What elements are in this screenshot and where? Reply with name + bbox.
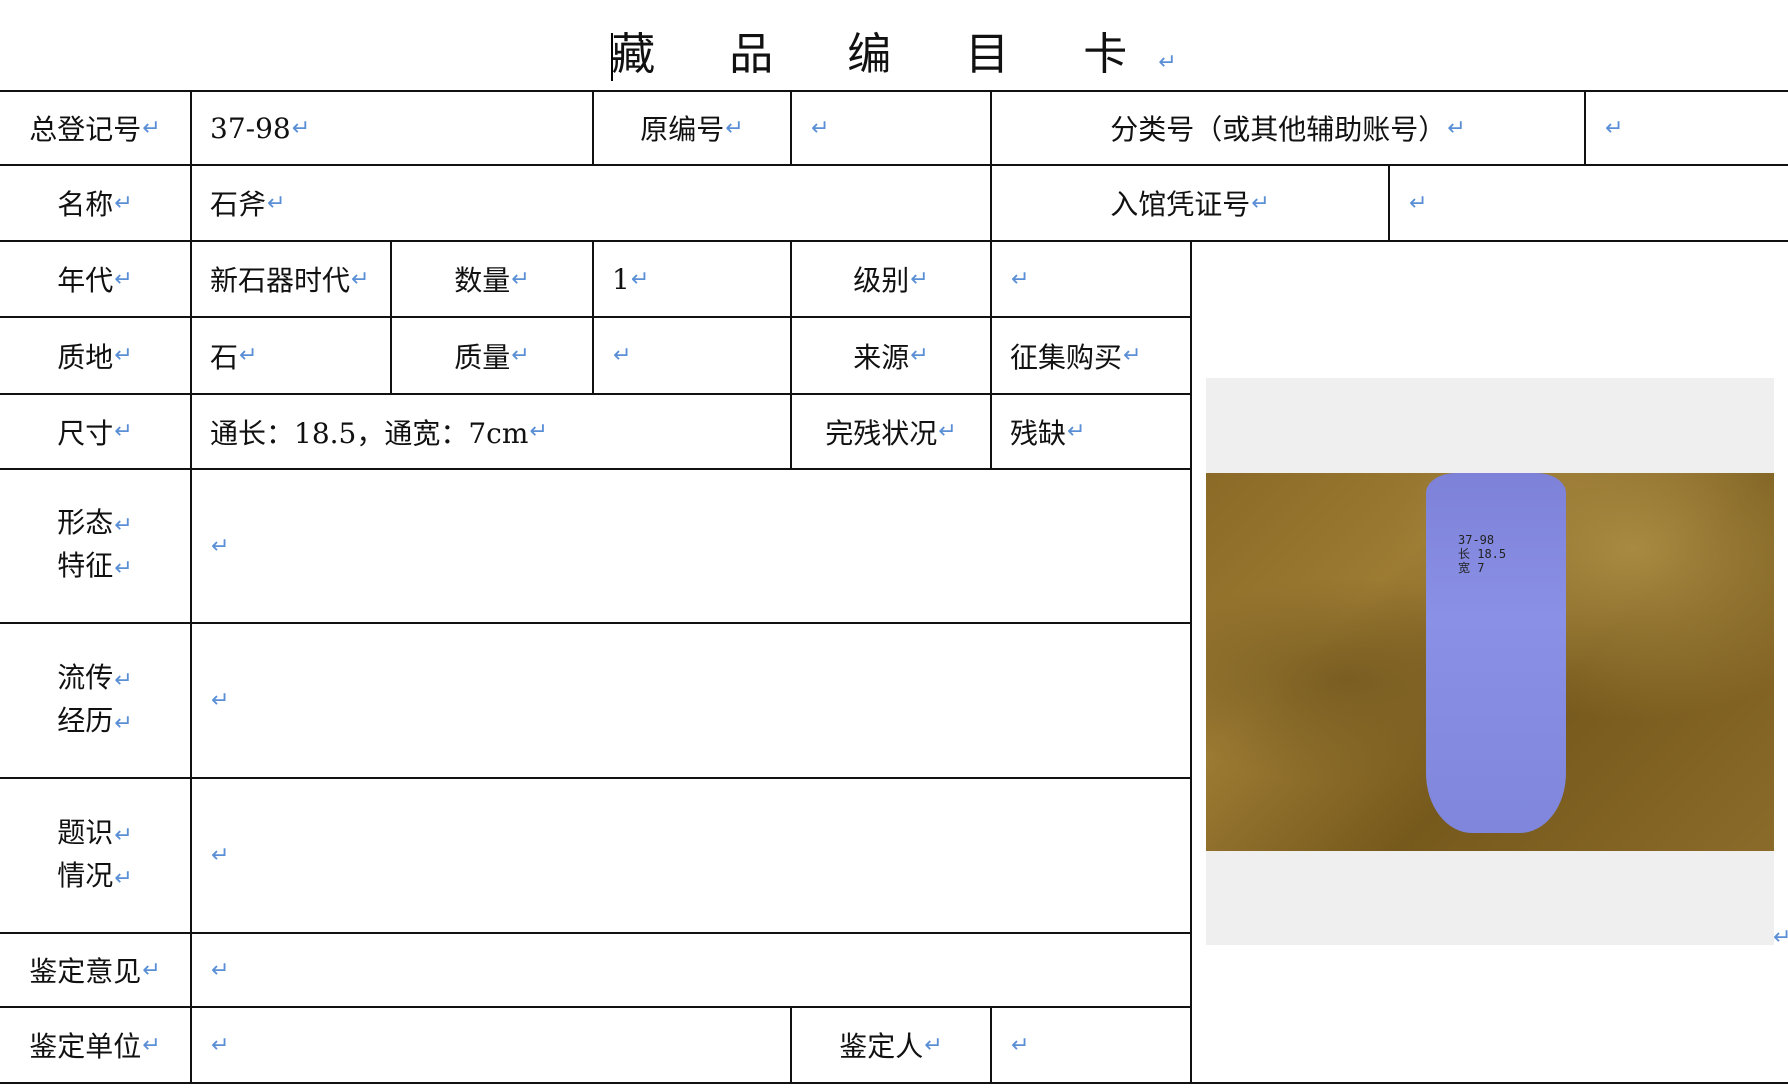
label-appraisal-opinion: 鉴定意见 ↵ bbox=[29, 955, 161, 988]
artifact-photo[interactable]: 37-98 长 18.5 宽 7 bbox=[1206, 473, 1774, 851]
field-original-no[interactable]: ↵ bbox=[792, 92, 990, 164]
label-era: 年代 ↵ bbox=[57, 264, 133, 297]
field-source[interactable]: 征集购买 ↵ bbox=[992, 318, 1190, 393]
field-weight[interactable]: ↵ bbox=[594, 318, 790, 393]
field-quantity[interactable]: 1 ↵ bbox=[594, 242, 790, 316]
artifact-label-note: 37-98 长 18.5 宽 7 bbox=[1458, 533, 1507, 575]
label-material: 质地 ↵ bbox=[57, 340, 133, 374]
label-form-features: 形态↵ 特征↵ bbox=[57, 506, 133, 582]
label-appraiser: 鉴定人 ↵ bbox=[839, 1030, 943, 1063]
table-line bbox=[0, 1082, 1788, 1084]
label-transmission-history: 流传↵ 经历↵ bbox=[57, 660, 133, 737]
field-total-reg-no[interactable]: 37-98 ↵ bbox=[192, 92, 592, 164]
table-line bbox=[1190, 240, 1192, 1082]
field-category-no[interactable]: ↵ bbox=[1586, 92, 1786, 164]
field-material[interactable]: 石 ↵ bbox=[192, 318, 390, 393]
field-appraisal-opinion[interactable]: ↵ bbox=[192, 934, 1190, 1006]
label-entry-voucher-no: 入馆凭证号 ↵ bbox=[1110, 188, 1270, 221]
field-appraiser[interactable]: ↵ bbox=[992, 1008, 1190, 1082]
label-condition: 完残状况 ↵ bbox=[825, 416, 957, 450]
label-name: 名称 ↵ bbox=[57, 188, 133, 221]
label-grade: 级别 ↵ bbox=[853, 264, 929, 297]
field-grade[interactable]: ↵ bbox=[992, 242, 1190, 316]
field-condition[interactable]: 残缺 ↵ bbox=[992, 395, 1190, 468]
field-size[interactable]: 通长：18.5，通宽：7cm ↵ bbox=[192, 395, 790, 468]
field-inscription[interactable]: ↵ bbox=[192, 779, 1190, 932]
stone-axe-image bbox=[1426, 473, 1566, 833]
label-source: 来源 ↵ bbox=[853, 340, 929, 374]
paragraph-mark: ↵ bbox=[1773, 925, 1788, 950]
label-category-no: 分类号（或其他辅助账号） ↵ bbox=[1110, 113, 1466, 146]
field-appraisal-unit[interactable]: ↵ bbox=[192, 1008, 790, 1082]
field-entry-voucher-no[interactable]: ↵ bbox=[1390, 166, 1786, 240]
label-quantity: 数量 ↵ bbox=[454, 264, 530, 297]
card-title: 藏 品 编 目 卡↵ bbox=[611, 29, 1177, 81]
label-total-reg-no: 总登记号 ↵ bbox=[29, 113, 161, 146]
field-form-features[interactable]: ↵ bbox=[192, 470, 1190, 622]
label-inscription: 题识↵ 情况↵ bbox=[57, 815, 133, 892]
label-appraisal-unit: 鉴定单位 ↵ bbox=[29, 1030, 161, 1063]
label-weight: 质量 ↵ bbox=[454, 340, 530, 374]
label-original-no: 原编号 ↵ bbox=[640, 113, 744, 146]
field-name[interactable]: 石斧 ↵ bbox=[192, 166, 990, 240]
label-size: 尺寸 ↵ bbox=[57, 416, 133, 450]
field-transmission-history[interactable]: ↵ bbox=[192, 624, 1190, 777]
field-era[interactable]: 新石器时代 ↵ bbox=[192, 242, 390, 316]
